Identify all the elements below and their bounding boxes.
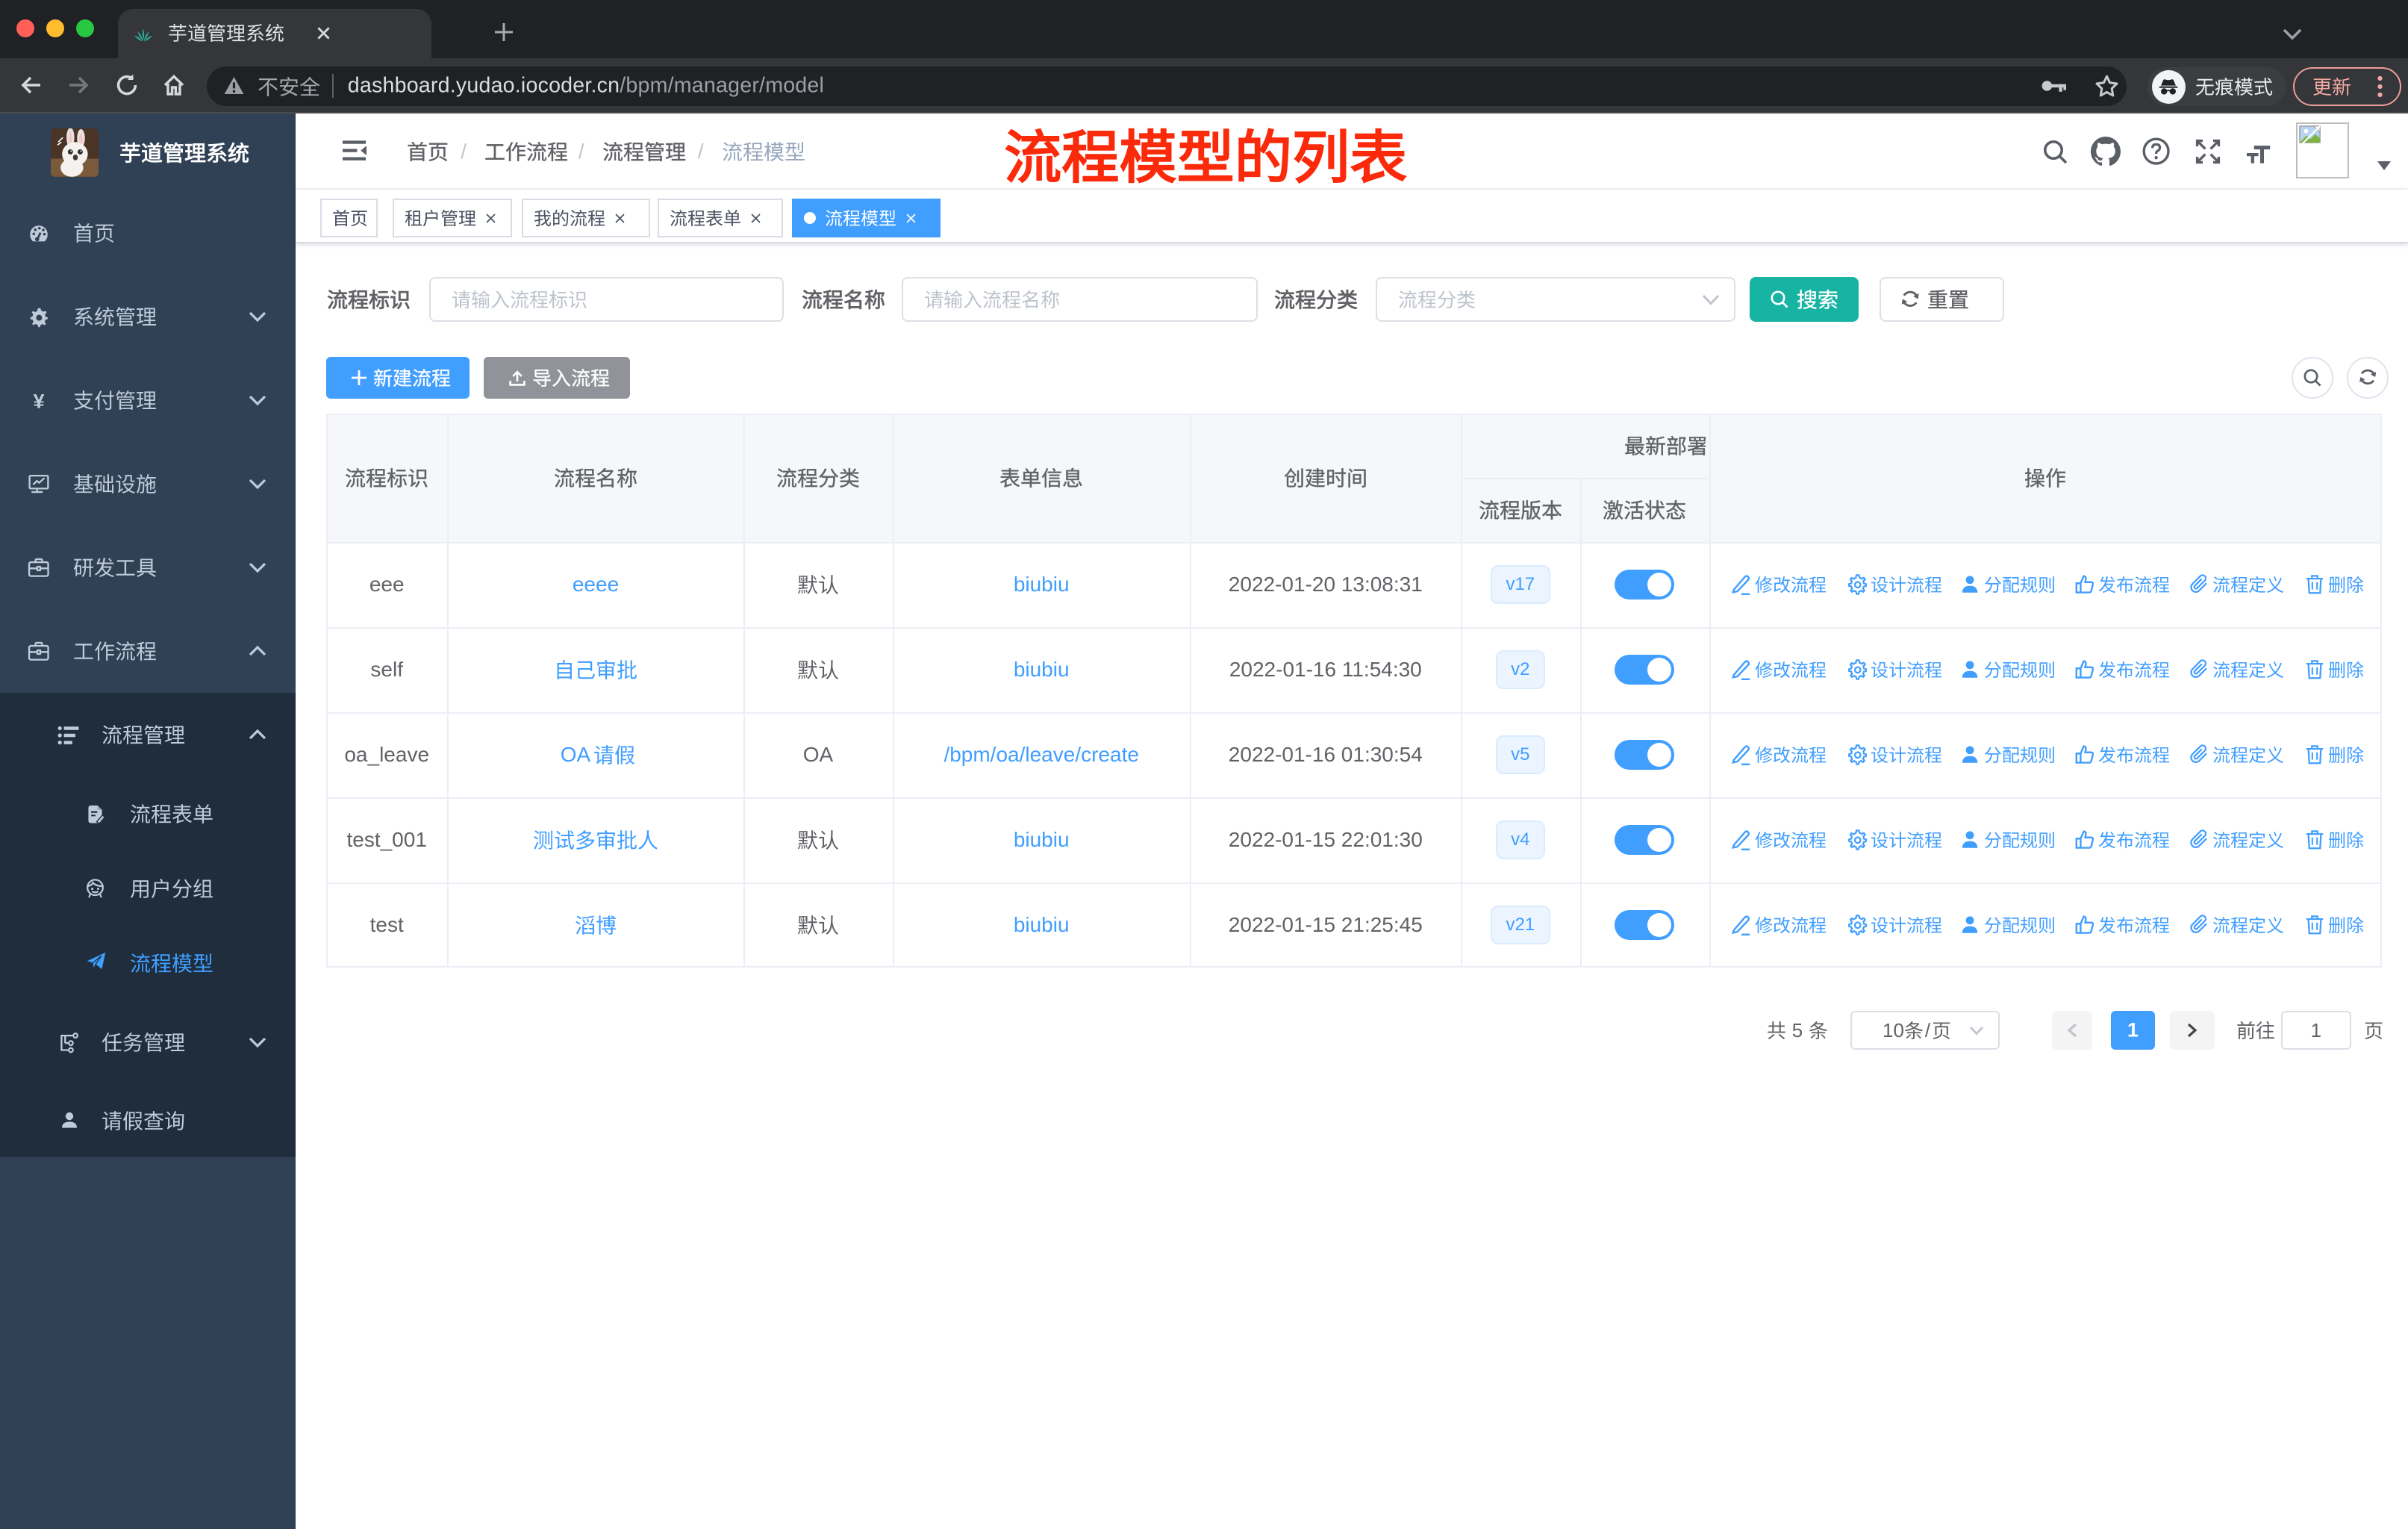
svg-text:¥: ¥ — [33, 390, 44, 412]
